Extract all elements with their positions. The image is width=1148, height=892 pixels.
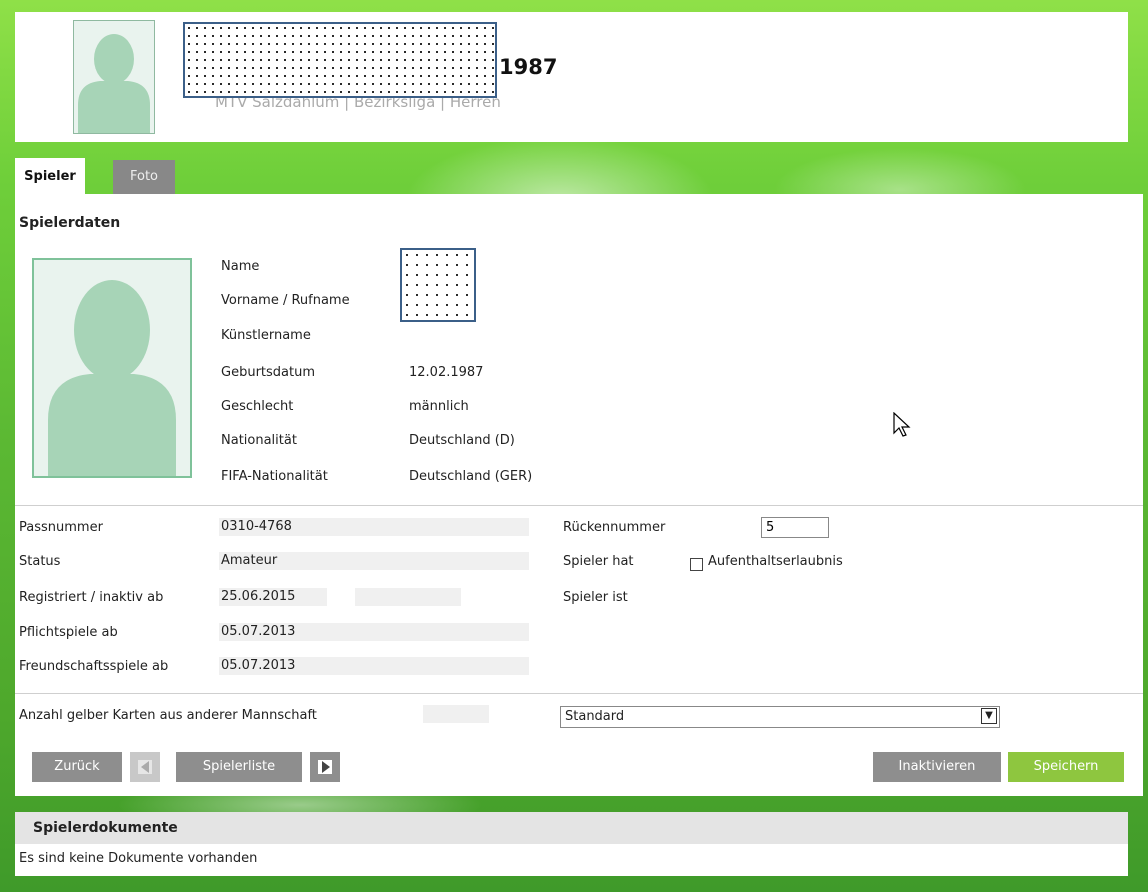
status-field: Amateur [219, 552, 529, 570]
rueckennummer-label: Rückennummer [563, 520, 666, 535]
player-photo [32, 258, 192, 478]
gelbe-karten-field[interactable] [423, 705, 489, 723]
documents-header: Spielerdokumente [15, 812, 1128, 844]
spielerdokumente-panel: Spielerdokumente Es sind keine Dokumente… [15, 812, 1128, 876]
zurueck-button[interactable]: Zurück [32, 752, 122, 782]
geburtsdatum-value: 12.02.1987 [409, 365, 484, 380]
previous-player-button[interactable] [130, 752, 160, 782]
geburtsdatum-label: Geburtsdatum [221, 365, 315, 380]
registriert-label: Registriert / inaktiv ab [19, 590, 164, 605]
mouse-cursor-icon [893, 412, 911, 437]
header-name-year: 1987 [499, 55, 558, 79]
vorname-label: Vorname / Rufname [221, 293, 350, 308]
fifa-nationalitaet-value: Deutschland (GER) [409, 469, 533, 484]
divider [15, 505, 1143, 506]
spieler-ist-label: Spieler ist [563, 590, 628, 605]
karten-mode-select[interactable]: Standard ▼ [560, 706, 1000, 728]
redacted-name [183, 22, 497, 98]
documents-empty-message: Es sind keine Dokumente vorhanden [19, 851, 258, 866]
fifa-nationalitaet-label: FIFA-Nationalität [221, 469, 328, 484]
aufenthaltserlaubnis-label: Aufenthaltserlaubnis [708, 554, 843, 569]
arrow-left-icon [141, 761, 149, 773]
next-player-button[interactable] [310, 752, 340, 782]
avatar-silhouette-icon [78, 34, 150, 133]
tab-foto[interactable]: Foto [113, 160, 175, 194]
passnummer-field: 0310-4768 [219, 518, 529, 536]
select-value: Standard [565, 709, 625, 724]
kuenstlername-label: Künstlername [221, 328, 311, 343]
freundschaftsspiele-label: Freundschaftsspiele ab [19, 659, 169, 674]
inaktiv-field [355, 588, 461, 606]
pflichtspiele-field: 05.07.2013 [219, 623, 529, 641]
section-title: Spielerdaten [19, 215, 121, 231]
gelbe-karten-label: Anzahl gelber Karten aus anderer Mannsch… [19, 708, 317, 723]
spielerdaten-panel: Spielerdaten Name Vorname / Rufname Küns… [15, 194, 1143, 796]
pflichtspiele-label: Pflichtspiele ab [19, 625, 118, 640]
geschlecht-value: männlich [409, 399, 469, 414]
freundschaftsspiele-field: 05.07.2013 [219, 657, 529, 675]
header-avatar [73, 20, 155, 134]
documents-title: Spielerdokumente [33, 820, 178, 836]
avatar-silhouette-icon [48, 280, 176, 476]
chevron-down-icon[interactable]: ▼ [981, 708, 997, 724]
status-label: Status [19, 554, 61, 569]
spieler-hat-label: Spieler hat [563, 554, 634, 569]
passnummer-label: Passnummer [19, 520, 103, 535]
aufenthaltserlaubnis-checkbox[interactable] [690, 558, 703, 571]
spielerliste-button[interactable]: Spielerliste [176, 752, 302, 782]
arrow-right-icon [322, 761, 330, 773]
tab-spieler[interactable]: Spieler [15, 158, 85, 194]
redacted-name-fields [400, 248, 476, 322]
divider [15, 693, 1143, 694]
speichern-button[interactable]: Speichern [1008, 752, 1124, 782]
nationalitaet-value: Deutschland (D) [409, 433, 515, 448]
geschlecht-label: Geschlecht [221, 399, 294, 414]
player-header: MTV Salzdahlum | Bezirksliga | Herren 19… [15, 12, 1128, 142]
inaktivieren-button[interactable]: Inaktivieren [873, 752, 1001, 782]
nationalitaet-label: Nationalität [221, 433, 297, 448]
registriert-field: 25.06.2015 [219, 588, 327, 606]
name-label: Name [221, 259, 260, 274]
rueckennummer-input[interactable] [761, 517, 829, 538]
